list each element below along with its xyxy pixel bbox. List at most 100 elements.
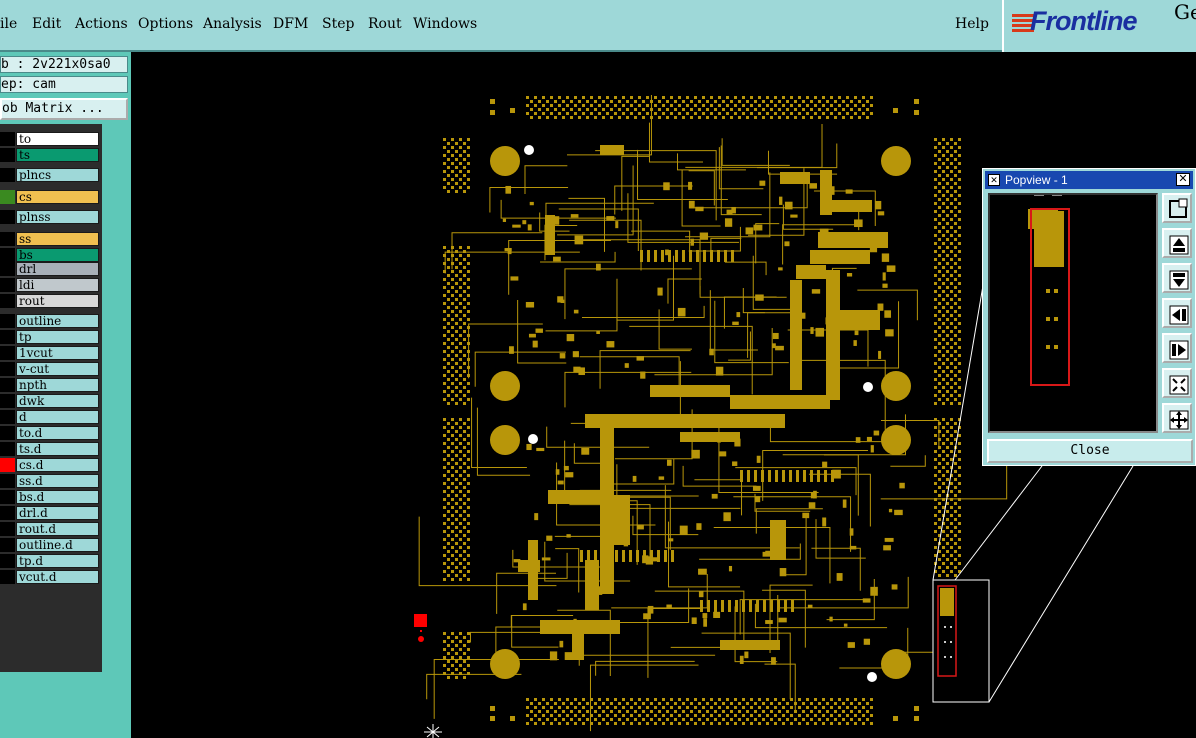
layer-color-swatch[interactable] [0, 330, 15, 344]
menu-step[interactable]: Step [322, 16, 354, 32]
layer-name[interactable]: ldi [16, 278, 99, 292]
layer-name[interactable]: tp [16, 330, 99, 344]
menu-rout[interactable]: Rout [368, 16, 402, 32]
layer-name[interactable]: ss.d [16, 474, 99, 488]
layer-name[interactable]: bs [16, 248, 99, 262]
layer-name[interactable]: tp.d [16, 554, 99, 568]
layer-color-swatch[interactable] [0, 426, 15, 440]
layer-color-swatch[interactable] [0, 294, 15, 308]
layer-name[interactable]: drl [16, 262, 99, 276]
menu-options[interactable]: Options [138, 16, 193, 32]
layer-row-vcut-d[interactable]: vcut.d [0, 570, 100, 584]
layer-color-swatch[interactable] [0, 442, 15, 456]
layer-row-cs-d[interactable]: cs.d [0, 458, 100, 472]
pan-left-icon[interactable] [1162, 298, 1192, 328]
menu-actions[interactable]: Actions [75, 16, 128, 32]
layer-name[interactable]: to.d [16, 426, 99, 440]
zoom-fit-icon[interactable] [1162, 193, 1192, 223]
layer-color-swatch[interactable] [0, 262, 15, 276]
layer-row-to-d[interactable]: to.d [0, 426, 100, 440]
layer-color-swatch[interactable] [0, 210, 15, 224]
zoom-out-icon[interactable] [1162, 403, 1192, 433]
layer-name[interactable]: to [16, 132, 99, 146]
layer-row-d[interactable]: d [0, 410, 100, 424]
layer-name[interactable]: plnss [16, 210, 99, 224]
layer-name[interactable]: ss [16, 232, 99, 246]
layer-name[interactable]: vcut.d [16, 570, 99, 584]
layer-color-swatch[interactable] [0, 346, 15, 360]
layer-row-outline-d[interactable]: outline.d [0, 538, 100, 552]
layer-color-swatch[interactable] [0, 168, 15, 182]
layer-color-swatch[interactable] [0, 248, 15, 262]
layer-name[interactable]: npth [16, 378, 99, 392]
layer-color-swatch[interactable] [0, 132, 15, 146]
layer-name[interactable]: cs.d [16, 458, 99, 472]
menu-ile[interactable]: ile [0, 16, 17, 32]
layer-name[interactable]: rout.d [16, 522, 99, 536]
layer-name[interactable]: outline [16, 314, 99, 328]
job-matrix-button[interactable]: ob Matrix ... [0, 98, 128, 120]
layer-color-swatch[interactable] [0, 278, 15, 292]
pan-up-icon[interactable] [1162, 228, 1192, 258]
layer-row-ldi[interactable]: ldi [0, 278, 100, 292]
layer-color-swatch[interactable] [0, 490, 15, 504]
layer-row-dwk[interactable]: dwk [0, 394, 100, 408]
menu-analysis[interactable]: Analysis [203, 16, 262, 32]
layer-row-bs-d[interactable]: bs.d [0, 490, 100, 504]
layer-name[interactable]: 1vcut [16, 346, 99, 360]
layer-color-swatch[interactable] [0, 394, 15, 408]
layer-row-ts[interactable]: ts [0, 148, 100, 162]
layer-name[interactable]: dwk [16, 394, 99, 408]
layer-row-npth[interactable]: npth [0, 378, 100, 392]
layer-row-v-cut[interactable]: v-cut [0, 362, 100, 376]
layer-color-swatch[interactable] [0, 378, 15, 392]
layer-color-swatch[interactable] [0, 554, 15, 568]
layer-color-swatch[interactable] [0, 232, 15, 246]
layer-row-bs[interactable]: bs [0, 248, 100, 262]
popview-close-button[interactable]: Close [987, 439, 1193, 463]
layer-name[interactable]: cs [16, 190, 99, 204]
layer-color-swatch[interactable] [0, 522, 15, 536]
zoom-in-icon[interactable] [1162, 368, 1192, 398]
layer-row-rout-d[interactable]: rout.d [0, 522, 100, 536]
layer-row-cs[interactable]: cs [0, 190, 100, 204]
layer-row-plnss[interactable]: plnss [0, 210, 100, 224]
layer-color-swatch[interactable] [0, 314, 15, 328]
layer-color-swatch[interactable] [0, 362, 15, 376]
layer-name[interactable]: d [16, 410, 99, 424]
layer-name[interactable]: outline.d [16, 538, 99, 552]
window-menu-icon[interactable]: ✕ [988, 174, 1000, 186]
layer-row-1vcut[interactable]: 1vcut [0, 346, 100, 360]
layer-color-swatch[interactable] [0, 538, 15, 552]
layer-row-outline[interactable]: outline [0, 314, 100, 328]
menu-dfm[interactable]: DFM [273, 16, 308, 32]
layer-row-ts-d[interactable]: ts.d [0, 442, 100, 456]
popview-titlebar[interactable]: ✕ Popview - 1 ✕ [985, 171, 1193, 189]
menu-windows[interactable]: Windows [413, 16, 477, 32]
menu-edit[interactable]: Edit [32, 16, 61, 32]
layer-row-ss[interactable]: ss [0, 232, 100, 246]
popview-viewport[interactable] [988, 193, 1158, 433]
layer-row-tp[interactable]: tp [0, 330, 100, 344]
layer-color-swatch[interactable] [0, 506, 15, 520]
layer-row-drl[interactable]: drl [0, 262, 100, 276]
layer-name[interactable]: v-cut [16, 362, 99, 376]
layer-row-tp-d[interactable]: tp.d [0, 554, 100, 568]
layer-row-to[interactable]: to [0, 132, 100, 146]
layer-name[interactable]: bs.d [16, 490, 99, 504]
layer-color-swatch[interactable] [0, 458, 15, 472]
layer-name[interactable]: drl.d [16, 506, 99, 520]
layer-color-swatch[interactable] [0, 410, 15, 424]
pan-right-icon[interactable] [1162, 333, 1192, 363]
layer-name[interactable]: ts [16, 148, 99, 162]
layer-row-rout[interactable]: rout [0, 294, 100, 308]
layer-color-swatch[interactable] [0, 570, 15, 584]
layer-row-plncs[interactable]: plncs [0, 168, 100, 182]
close-icon[interactable]: ✕ [1176, 173, 1190, 186]
layer-color-swatch[interactable] [0, 190, 15, 204]
layer-row-ss-d[interactable]: ss.d [0, 474, 100, 488]
layer-color-swatch[interactable] [0, 474, 15, 488]
layer-name[interactable]: plncs [16, 168, 99, 182]
layer-color-swatch[interactable] [0, 148, 15, 162]
layer-name[interactable]: ts.d [16, 442, 99, 456]
